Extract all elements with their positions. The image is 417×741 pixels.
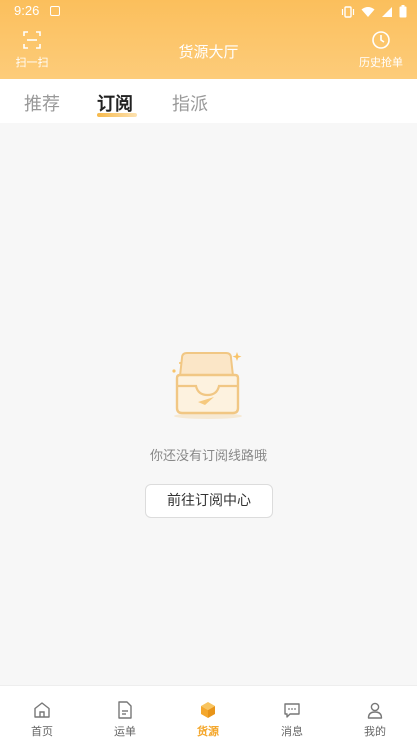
content-area: 你还没有订阅线路哦 前往订阅中心 (0, 123, 417, 685)
clock-icon (372, 31, 390, 49)
nav-waybill-label: 运单 (114, 725, 136, 738)
tab-assigned[interactable]: 指派 (172, 90, 208, 116)
nav-messages-label: 消息 (281, 725, 303, 738)
bottom-nav: 首页 运单 货源 消息 我的 (0, 685, 417, 741)
tab-bar: 推荐 订阅 指派 (0, 79, 417, 123)
chat-icon (284, 703, 300, 718)
nav-cargo[interactable]: 货源 (178, 700, 238, 739)
status-icons (341, 5, 407, 18)
nav-waybill[interactable]: 运单 (95, 700, 155, 739)
vibrate-icon (341, 5, 355, 18)
go-subscribe-center-button[interactable]: 前往订阅中心 (145, 484, 273, 518)
battery-icon (399, 5, 407, 18)
nav-cargo-label: 货源 (197, 725, 219, 738)
nav-mine[interactable]: 我的 (345, 700, 405, 739)
empty-box-icon (172, 352, 242, 419)
home-icon (34, 702, 50, 718)
status-bar: 9:26 (0, 0, 417, 24)
user-icon (367, 702, 383, 719)
nav-home-label: 首页 (31, 725, 53, 738)
empty-message: 你还没有订阅线路哦 (149, 449, 267, 464)
document-icon (118, 701, 132, 719)
tab-recommend[interactable]: 推荐 (24, 90, 60, 116)
nav-messages[interactable]: 消息 (262, 700, 322, 739)
box-icon (201, 702, 215, 718)
signal-icon (382, 6, 392, 17)
page-title: 货源大厅 (178, 43, 239, 61)
status-time: 9:26 (14, 3, 40, 18)
nav-mine-label: 我的 (364, 725, 386, 738)
notification-icon (50, 6, 60, 16)
wifi-icon (361, 6, 375, 17)
active-tab-indicator (97, 113, 137, 117)
history-button[interactable]: 历史抢单 (357, 30, 405, 70)
nav-home[interactable]: 首页 (12, 700, 72, 739)
history-label: 历史抢单 (359, 56, 403, 69)
app-header: 9:26 扫一扫 货源大厅 历史抢单 (0, 0, 417, 79)
